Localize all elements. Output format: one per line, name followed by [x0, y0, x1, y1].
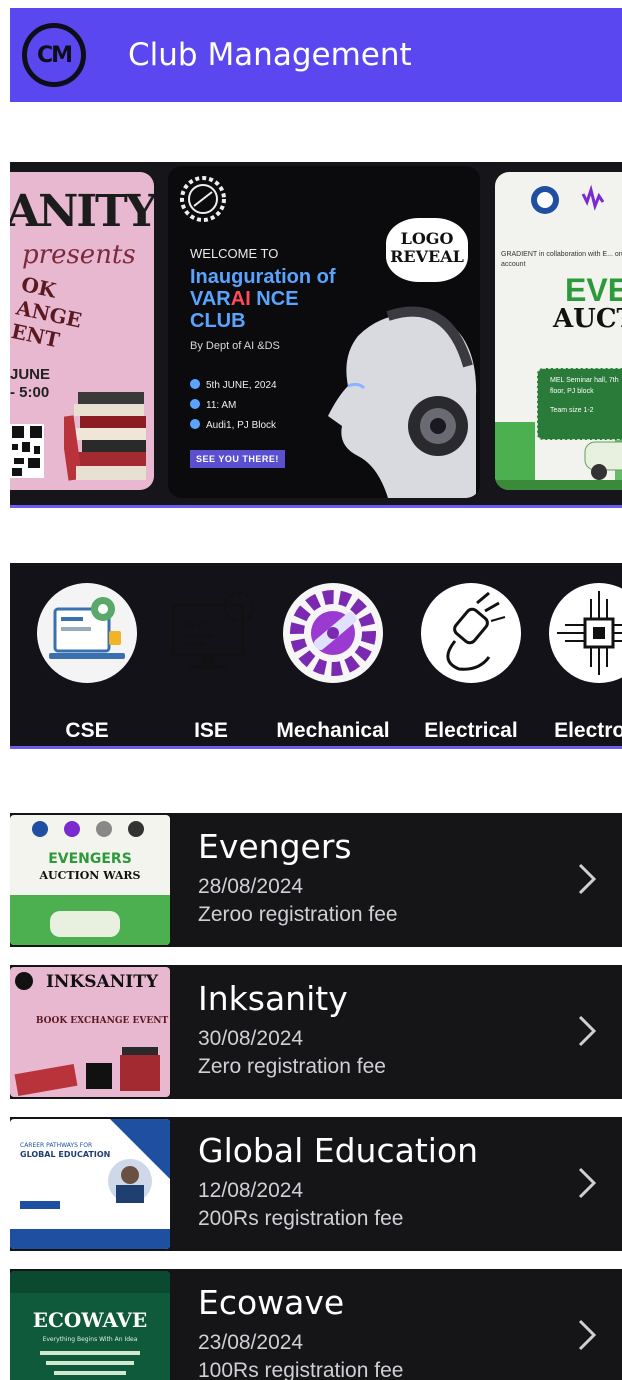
robot-head-icon	[328, 306, 477, 498]
see-you-there-button: SEE YOU THERE!	[190, 450, 285, 468]
slide-title-line3: CLUB	[190, 310, 246, 332]
slide-team-text: Team size 1-2	[550, 407, 594, 414]
qr-code-icon	[10, 424, 44, 478]
event-fee: Zeroo registration fee	[198, 903, 398, 926]
gear-wrench-icon	[283, 583, 383, 683]
calendar-icon	[190, 379, 200, 389]
location-icon	[190, 419, 200, 429]
thumb-title: EVENGERS	[48, 851, 132, 867]
club-gear-logo-icon	[180, 176, 226, 222]
event-name: Evengers	[198, 827, 352, 866]
slide-venue: Audi1, PJ Block	[206, 420, 277, 431]
slide-date: 5th JUNE, 2024	[206, 380, 277, 391]
event-thumbnail: ECOWAVE Everything Begins With An Idea	[10, 1271, 170, 1380]
dept-item-mechanical[interactable]: Mechanical	[268, 581, 398, 742]
chevron-right-icon[interactable]	[576, 861, 598, 897]
slide-gradient-text: GRADIENT in collaboration with E... on a…	[501, 251, 622, 268]
slide-by: By Dept of AI &DS	[190, 340, 280, 352]
app-title: Club Management	[128, 37, 412, 73]
event-date: 23/08/2024	[198, 1331, 304, 1354]
event-fee: Zero registration fee	[198, 1055, 386, 1078]
thumb-subtitle: AUCTION WARS	[39, 869, 141, 882]
event-thumbnail: CAREER PATHWAYS FOR GLOBAL EDUCATION	[10, 1119, 170, 1249]
event-thumbnail: INKSANITY BOOK EXCHANGE EVENT	[10, 967, 170, 1097]
events-list: EVENGERS AUCTION WARS Evengers 28/08/202…	[10, 813, 622, 1380]
dept-item-electrical[interactable]: Electrical	[406, 581, 536, 742]
slide-title-nce: NCE	[250, 288, 299, 310]
svg-text:</>: </>	[183, 616, 205, 630]
slide-title-line1: Inauguration of	[190, 266, 336, 288]
dept-label: Electroni	[554, 719, 622, 742]
event-date: 28/08/2024	[198, 875, 304, 898]
dept-label: Electrical	[424, 719, 518, 742]
dept-label: CSE	[65, 719, 109, 742]
event-card-ecowave[interactable]: ECOWAVE Everything Begins With An Idea E…	[10, 1269, 622, 1380]
departments-row[interactable]: CSE </> ISE Mechanical Electrical Electr	[10, 563, 622, 749]
slide-presents: presents	[22, 240, 136, 270]
dept-label: ISE	[194, 719, 228, 742]
thumb-subtitle: Everything Begins With An Idea	[43, 1336, 138, 1343]
slide-title: Inauguration of VARAI NCE CLUB	[190, 266, 336, 332]
slide-brand: ANITY	[10, 186, 154, 237]
slide-venue-text: MEL Seminar hall, 7th floor, PJ block	[550, 377, 619, 395]
event-date: 30/08/2024	[198, 1027, 304, 1050]
chevron-right-icon[interactable]	[576, 1317, 598, 1353]
dept-item-electronics[interactable]: Electroni	[534, 581, 622, 742]
circuit-chip-icon	[549, 583, 622, 683]
logo-reveal-bubble: LOGO REVEAL	[386, 218, 468, 282]
event-thumbnail: EVENGERS AUCTION WARS	[10, 815, 170, 945]
clock-icon	[190, 399, 200, 409]
laptop-gear-icon	[37, 583, 137, 683]
thumb-subtitle: BOOK EXCHANGE EVENT	[36, 1016, 169, 1026]
event-fee: 200Rs registration fee	[198, 1207, 404, 1230]
slide-auction: AUCTI	[553, 304, 622, 334]
event-name: Ecowave	[198, 1283, 345, 1322]
slide-venue-card: MEL Seminar hall, 7th floor, PJ block Te…	[537, 368, 622, 440]
thumb-title: GLOBAL EDUCATION	[20, 1150, 110, 1159]
slide-info: 5th JUNE, 2024 11: AM Audi1, PJ Block	[190, 376, 277, 436]
slide-title-ai: AI	[230, 288, 251, 310]
dept-item-cse[interactable]: CSE	[22, 581, 152, 742]
event-fee: 100Rs registration fee	[198, 1359, 404, 1380]
slide-time: 11: AM	[206, 400, 237, 411]
books-stack-icon	[64, 392, 146, 481]
event-card-evengers[interactable]: EVENGERS AUCTION WARS Evengers 28/08/202…	[10, 813, 622, 947]
dept-label: Mechanical	[276, 719, 390, 742]
slide-book-exchange: OK ANGE ENT	[10, 271, 84, 353]
event-card-inksanity[interactable]: INKSANITY BOOK EXCHANGE EVENT Inksanity …	[10, 965, 622, 1099]
event-name: Inksanity	[198, 979, 348, 1018]
carousel-slide-inksanity[interactable]: ANITY presents OK ANGE ENT JUNE - 5:00	[10, 172, 154, 490]
slide-date: JUNE - 5:00	[10, 366, 51, 401]
slide-title-line2: VARAI NCE	[190, 288, 336, 310]
carousel-slide-varaince[interactable]: WELCOME TO Inauguration of VARAI NCE CLU…	[168, 166, 480, 498]
event-banner-carousel[interactable]: ANITY presents OK ANGE ENT JUNE - 5:00 W…	[10, 162, 622, 508]
carousel-slide-evengers[interactable]: GRADIENT in collaboration with E... on a…	[495, 172, 622, 490]
event-name: Global Education	[198, 1131, 479, 1170]
slide-title-var: VAR	[190, 288, 231, 310]
thumb-title: ECOWAVE	[33, 1308, 148, 1332]
app-bar: CM Club Management	[10, 8, 622, 102]
sponsor-logos-icon	[531, 184, 605, 214]
slide-welcome: WELCOME TO	[190, 246, 279, 261]
thumb-subtitle: CAREER PATHWAYS FOR	[20, 1142, 92, 1149]
event-date: 12/08/2024	[198, 1179, 304, 1202]
app-logo: CM	[22, 23, 86, 87]
event-card-global-education[interactable]: CAREER PATHWAYS FOR GLOBAL EDUCATION Glo…	[10, 1117, 622, 1251]
plug-icon	[421, 583, 521, 683]
chevron-right-icon[interactable]	[576, 1013, 598, 1049]
thumb-title: INKSANITY	[46, 972, 159, 992]
chevron-right-icon[interactable]	[576, 1165, 598, 1201]
dept-item-ise[interactable]: </> ISE	[146, 581, 276, 742]
monitor-code-icon: </>	[171, 591, 255, 669]
